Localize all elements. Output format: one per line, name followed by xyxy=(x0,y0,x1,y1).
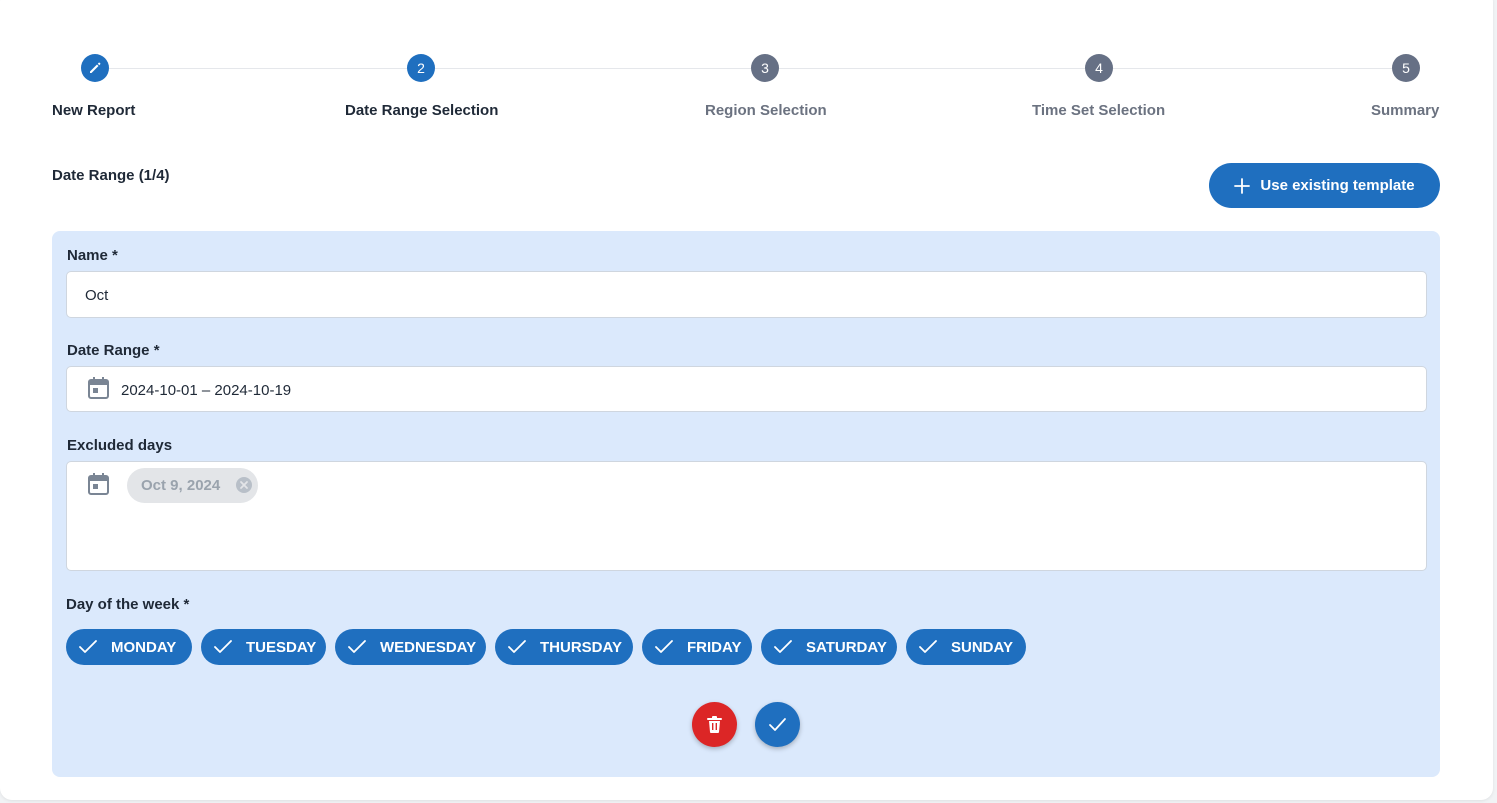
use-existing-template-label: Use existing template xyxy=(1260,177,1415,194)
remove-chip-icon[interactable] xyxy=(235,476,253,494)
check-icon xyxy=(79,640,97,653)
use-existing-template-button[interactable]: Use existing template xyxy=(1209,163,1440,208)
excluded-days-input[interactable]: Oct 9, 2024 xyxy=(66,461,1427,571)
name-value: Oct xyxy=(85,287,109,304)
date-range-label: Date Range * xyxy=(67,342,160,359)
step-4-indicator[interactable]: 4 xyxy=(1085,54,1113,82)
day-of-week-label: Day of the week * xyxy=(66,596,190,613)
excluded-day-chip-label: Oct 9, 2024 xyxy=(141,477,221,494)
date-range-form-panel: Name * Oct Date Range * 2024-10-01 – 202… xyxy=(52,231,1440,777)
name-input[interactable]: Oct xyxy=(66,271,1427,318)
confirm-button[interactable] xyxy=(755,702,800,747)
pencil-icon xyxy=(90,62,101,73)
step-3-indicator[interactable]: 3 xyxy=(751,54,779,82)
step-connector xyxy=(779,68,1085,69)
step-4-label[interactable]: Time Set Selection xyxy=(1032,102,1165,119)
day-chip-wednesday[interactable]: WEDNESDAY xyxy=(335,629,486,665)
day-chip-thursday[interactable]: THURSDAY xyxy=(495,629,633,665)
step-5-indicator[interactable]: 5 xyxy=(1392,54,1420,82)
day-chip-label: THURSDAY xyxy=(540,639,622,656)
day-chip-label: SATURDAY xyxy=(806,639,887,656)
check-icon xyxy=(919,640,937,653)
step-3-label[interactable]: Region Selection xyxy=(705,102,827,119)
check-icon xyxy=(769,718,786,731)
step-1-indicator[interactable] xyxy=(81,54,109,82)
day-chip-tuesday[interactable]: TUESDAY xyxy=(201,629,326,665)
name-label: Name * xyxy=(67,247,118,264)
day-chip-label: FRIDAY xyxy=(687,639,742,656)
trash-icon xyxy=(707,716,722,733)
calendar-icon[interactable] xyxy=(87,376,110,400)
step-2-indicator[interactable]: 2 xyxy=(407,54,435,82)
delete-button[interactable] xyxy=(692,702,737,747)
day-chip-saturday[interactable]: SATURDAY xyxy=(761,629,897,665)
date-range-input[interactable]: 2024-10-01 – 2024-10-19 xyxy=(66,366,1427,412)
day-chip-label: TUESDAY xyxy=(246,639,317,656)
check-icon xyxy=(348,640,366,653)
check-icon xyxy=(214,640,232,653)
check-icon xyxy=(774,640,792,653)
day-chip-label: WEDNESDAY xyxy=(380,639,477,656)
day-chip-friday[interactable]: FRIDAY xyxy=(642,629,752,665)
day-chip-sunday[interactable]: SUNDAY xyxy=(906,629,1026,665)
step-connector xyxy=(109,68,408,69)
check-icon xyxy=(508,640,526,653)
day-chip-label: MONDAY xyxy=(111,639,177,656)
day-chip-label: SUNDAY xyxy=(951,639,1013,656)
section-title: Date Range (1/4) xyxy=(52,167,170,184)
step-connector xyxy=(435,68,751,69)
plus-icon xyxy=(1234,177,1251,194)
check-icon xyxy=(655,640,673,653)
day-chip-monday[interactable]: MONDAY xyxy=(66,629,192,665)
step-connector xyxy=(1113,68,1392,69)
date-range-value: 2024-10-01 – 2024-10-19 xyxy=(121,382,292,399)
step-2-label[interactable]: Date Range Selection xyxy=(345,102,498,119)
stepper: New Report 2 Date Range Selection 3 Regi… xyxy=(0,0,1497,130)
step-5-label[interactable]: Summary xyxy=(1371,102,1439,119)
excluded-days-label: Excluded days xyxy=(67,437,173,454)
calendar-icon[interactable] xyxy=(87,472,110,496)
excluded-day-chip[interactable]: Oct 9, 2024 xyxy=(127,468,258,503)
step-1-label[interactable]: New Report xyxy=(52,102,135,119)
